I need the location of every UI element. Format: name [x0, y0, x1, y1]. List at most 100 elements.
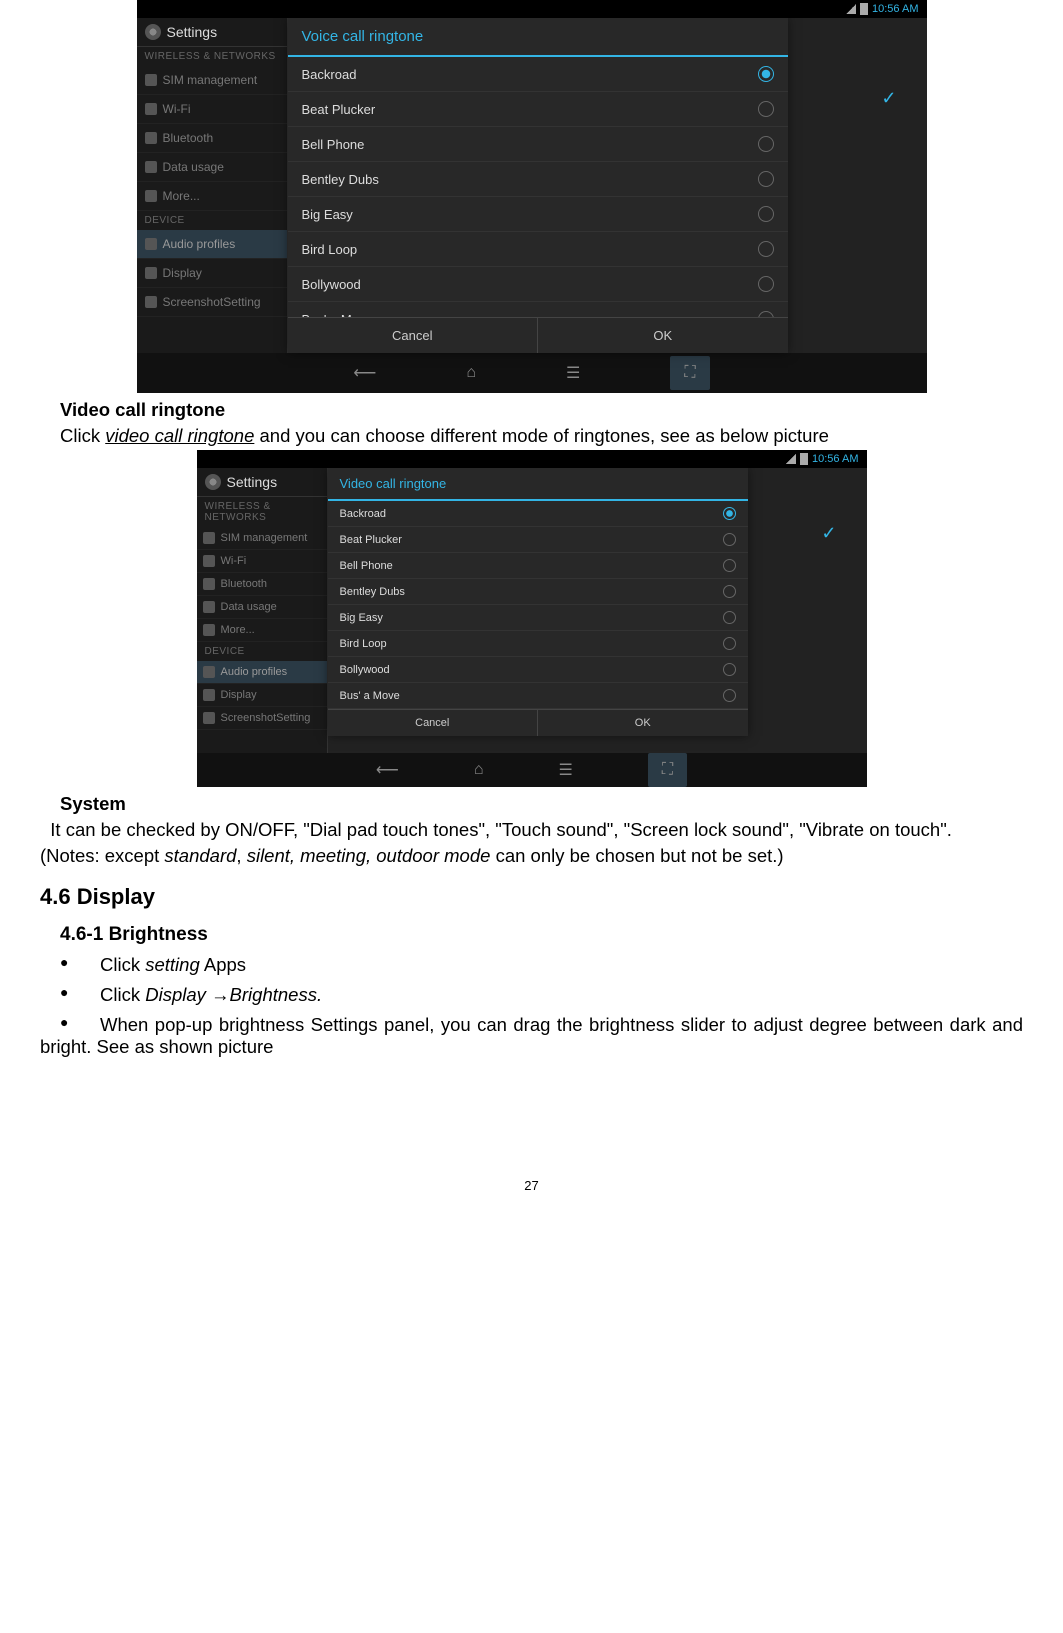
radio-icon[interactable]: [723, 663, 736, 676]
battery-icon: [800, 453, 808, 465]
ringtone-option[interactable]: Big Easy: [288, 197, 788, 232]
signal-icon: [846, 4, 856, 14]
ringtone-label: Beat Plucker: [302, 102, 376, 117]
nav-bar: ⟵ ⌂ ☰ ⛶: [137, 353, 927, 393]
sidebar-item-label: SIM management: [163, 73, 258, 87]
ringtone-option[interactable]: Bell Phone: [288, 127, 788, 162]
sidebar-item[interactable]: ScreenshotSetting: [197, 707, 327, 730]
ringtone-option[interactable]: Backroad: [288, 57, 788, 92]
ringtone-option[interactable]: Bollywood: [288, 267, 788, 302]
radio-icon[interactable]: [758, 66, 774, 82]
radio-icon[interactable]: [723, 637, 736, 650]
sidebar-item[interactable]: Wi-Fi: [197, 550, 327, 573]
heading-system: System: [60, 792, 1023, 816]
check-icon: ✓: [821, 523, 836, 544]
battery-icon: [860, 3, 868, 15]
sidebar-item-label: More...: [163, 189, 200, 203]
sidebar-item[interactable]: SIM management: [137, 66, 287, 95]
sidebar-item[interactable]: Wi-Fi: [137, 95, 287, 124]
ringtone-option[interactable]: Beat Plucker: [288, 92, 788, 127]
sidebar-item[interactable]: Data usage: [137, 153, 287, 182]
sidebar-item[interactable]: Data usage: [197, 596, 327, 619]
sidebar-item-label: Data usage: [221, 601, 277, 613]
sidebar-item-label: Display: [221, 689, 257, 701]
cancel-button[interactable]: Cancel: [288, 318, 539, 353]
status-time: 10:56 AM: [812, 453, 858, 465]
ringtone-list[interactable]: Backroad Beat Plucker Bell Phone Bentley Du…: [288, 57, 788, 317]
settings-sidebar: Settings WIRELESS & NETWORKS SIM managem…: [137, 18, 288, 353]
back-icon[interactable]: ⟵: [353, 363, 376, 383]
ringtone-list[interactable]: Backroad Beat Plucker Bell Phone Bentley Du…: [328, 501, 748, 709]
bullet-1: Click setting Apps: [60, 954, 1023, 976]
ringtone-label: Bird Loop: [302, 242, 358, 257]
sidebar-item[interactable]: Audio profiles: [197, 661, 327, 684]
cancel-button[interactable]: Cancel: [328, 710, 539, 736]
ok-button[interactable]: OK: [538, 710, 748, 736]
ringtone-option[interactable]: Bird Loop: [288, 232, 788, 267]
ringtone-option[interactable]: Bentley Dubs: [288, 162, 788, 197]
ringtone-option[interactable]: Big Easy: [328, 605, 748, 631]
sidebar-item[interactable]: SIM management: [197, 527, 327, 550]
sidebar-item-label: Data usage: [163, 160, 224, 174]
sidebar-item-label: Wi-Fi: [163, 102, 191, 116]
screenshot-icon[interactable]: ⛶: [648, 753, 687, 787]
radio-icon[interactable]: [723, 689, 736, 702]
status-bar: 10:56 AM: [137, 0, 927, 18]
settings-header: Settings: [137, 18, 287, 47]
ringtone-option[interactable]: Bird Loop: [328, 631, 748, 657]
sidebar-item[interactable]: ScreenshotSetting: [137, 288, 287, 317]
sidebar-item[interactable]: Audio profiles: [137, 230, 287, 259]
ringtone-label: Bell Phone: [340, 560, 393, 572]
sidebar-item[interactable]: Bluetooth: [137, 124, 287, 153]
menu-icon: [145, 103, 157, 115]
ringtone-option[interactable]: Backroad: [328, 501, 748, 527]
screenshot-icon[interactable]: ⛶: [670, 356, 709, 390]
radio-icon[interactable]: [758, 241, 774, 257]
radio-icon[interactable]: [758, 171, 774, 187]
ringtone-dialog: Voice call ringtone BackroadBeat Plucker…: [288, 18, 788, 353]
sidebar-item[interactable]: Display: [137, 259, 287, 288]
ringtone-option[interactable]: Bollywood: [328, 657, 748, 683]
ringtone-label: Bell Phone: [302, 137, 365, 152]
sidebar-section-device: DEVICE: [137, 211, 287, 230]
radio-icon[interactable]: [723, 585, 736, 598]
recent-icon[interactable]: ☰: [566, 363, 580, 383]
brightness-bullet-3-wrap: When pop-up brightness Settings panel, y…: [40, 1014, 1023, 1058]
radio-icon[interactable]: [758, 206, 774, 222]
radio-icon[interactable]: [723, 507, 736, 520]
ringtone-option[interactable]: Beat Plucker: [328, 527, 748, 553]
settings-title: Settings: [227, 474, 278, 490]
radio-icon[interactable]: [723, 559, 736, 572]
radio-icon[interactable]: [758, 311, 774, 317]
menu-icon: [145, 74, 157, 86]
radio-icon[interactable]: [758, 101, 774, 117]
sidebar-item[interactable]: More...: [197, 619, 327, 642]
ringtone-option[interactable]: Bentley Dubs: [328, 579, 748, 605]
ringtone-option[interactable]: Bus' a Move: [288, 302, 788, 317]
ringtone-label: Backroad: [340, 508, 386, 520]
sidebar-item[interactable]: Display: [197, 684, 327, 707]
radio-icon[interactable]: [758, 136, 774, 152]
menu-icon: [145, 296, 157, 308]
radio-icon[interactable]: [723, 611, 736, 624]
sidebar-item[interactable]: Bluetooth: [197, 573, 327, 596]
ringtone-label: Bollywood: [302, 277, 361, 292]
video-ringtone-text: Click video call ringtone and you can ch…: [60, 424, 1023, 448]
ringtone-option[interactable]: Bell Phone: [328, 553, 748, 579]
menu-icon: [203, 624, 215, 636]
home-icon[interactable]: ⌂: [466, 364, 476, 382]
home-icon[interactable]: ⌂: [474, 761, 484, 779]
ok-button[interactable]: OK: [538, 318, 788, 353]
ringtone-option[interactable]: Bus' a Move: [328, 683, 748, 709]
sidebar-item[interactable]: More...: [137, 182, 287, 211]
subsection-brightness: 4.6-1 Brightness: [40, 924, 1023, 946]
menu-icon: [145, 190, 157, 202]
back-icon[interactable]: ⟵: [376, 760, 399, 780]
radio-icon[interactable]: [758, 276, 774, 292]
ringtone-label: Bollywood: [340, 664, 390, 676]
radio-icon[interactable]: [723, 533, 736, 546]
gear-icon: [145, 24, 161, 40]
main-area: ✓ Voice call ringtone BackroadBeat Pluck…: [288, 18, 927, 353]
gear-icon: [205, 474, 221, 490]
recent-icon[interactable]: ☰: [559, 760, 573, 780]
